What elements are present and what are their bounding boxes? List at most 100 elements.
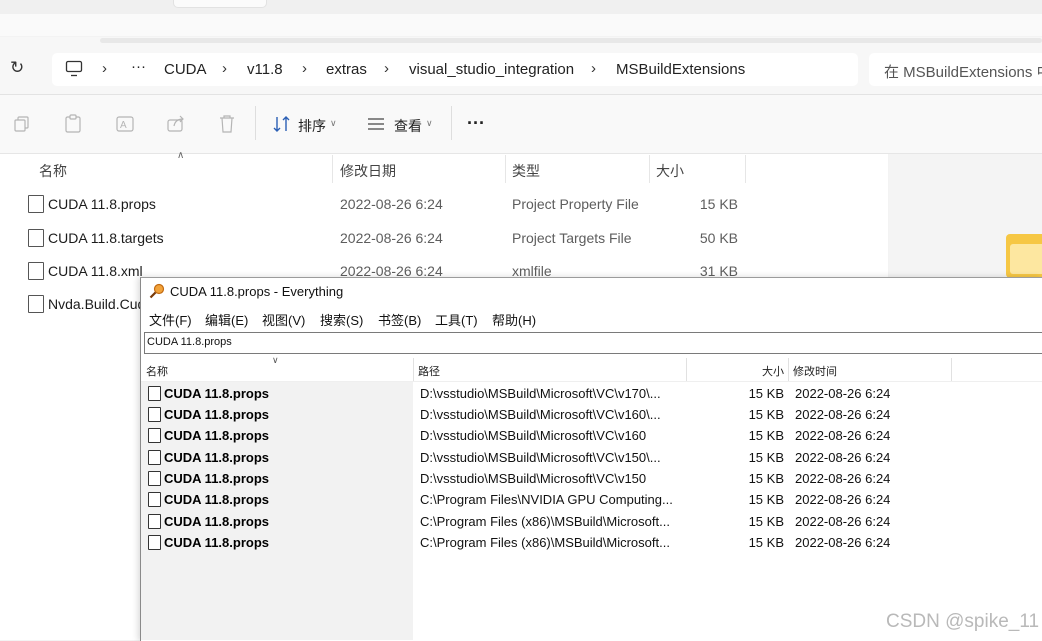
file-icon bbox=[148, 471, 161, 486]
column-header-modified[interactable]: 修改时间 bbox=[793, 363, 837, 379]
chevron-right-icon[interactable]: › bbox=[302, 60, 307, 77]
view-button[interactable]: 查看 bbox=[394, 116, 422, 136]
toolbar-separator bbox=[255, 106, 256, 140]
address-scrollbar[interactable] bbox=[100, 38, 1042, 43]
chevron-right-icon[interactable]: › bbox=[591, 60, 596, 77]
share-icon[interactable] bbox=[166, 114, 186, 134]
breadcrumb-item-v118[interactable]: v11.8 bbox=[247, 61, 283, 78]
sort-ascending-icon: ∧ bbox=[177, 150, 185, 161]
result-path: D:\vsstudio\MSBuild\Microsoft\VC\v160\..… bbox=[420, 407, 661, 422]
column-separator[interactable] bbox=[332, 155, 333, 183]
chevron-right-icon[interactable]: › bbox=[102, 60, 107, 77]
menu-file[interactable]: 文件(F) bbox=[149, 310, 192, 329]
file-name[interactable]: CUDA 11.8.props bbox=[48, 196, 156, 212]
result-name[interactable]: CUDA 11.8.props bbox=[164, 407, 269, 422]
file-icon bbox=[148, 535, 161, 550]
result-path: D:\vsstudio\MSBuild\Microsoft\VC\v150 bbox=[420, 471, 647, 486]
column-header-name[interactable]: 名称 bbox=[146, 363, 168, 379]
result-name[interactable]: CUDA 11.8.props bbox=[164, 386, 269, 401]
file-name[interactable]: CUDA 11.8.xml bbox=[48, 263, 143, 279]
result-name[interactable]: CUDA 11.8.props bbox=[164, 492, 269, 507]
tab-strip bbox=[0, 14, 1042, 36]
result-modified: 2022-08-26 6:24 bbox=[795, 514, 891, 529]
menu-tools[interactable]: 工具(T) bbox=[435, 310, 478, 329]
everything-search-query: CUDA 11.8.props bbox=[147, 336, 232, 348]
column-header-size[interactable]: 大小 bbox=[656, 161, 684, 181]
column-header-date[interactable]: 修改日期 bbox=[340, 161, 396, 181]
breadcrumb-overflow[interactable]: ··· bbox=[131, 58, 146, 75]
chevron-right-icon[interactable]: › bbox=[222, 60, 227, 77]
column-separator[interactable] bbox=[745, 155, 746, 183]
svg-text:A: A bbox=[120, 120, 127, 131]
result-name[interactable]: CUDA 11.8.props bbox=[164, 471, 269, 486]
file-icon bbox=[148, 492, 161, 507]
copy-icon[interactable] bbox=[13, 115, 31, 133]
result-modified: 2022-08-26 6:24 bbox=[795, 492, 891, 507]
result-modified: 2022-08-26 6:24 bbox=[795, 450, 891, 465]
refresh-icon[interactable]: ↻ bbox=[10, 58, 30, 78]
more-options-button[interactable]: ··· bbox=[467, 113, 485, 134]
folder-icon-inner bbox=[1010, 244, 1042, 274]
column-header-path[interactable]: 路径 bbox=[418, 363, 440, 379]
result-name[interactable]: CUDA 11.8.props bbox=[164, 450, 269, 465]
breadcrumb-item-vs-integration[interactable]: visual_studio_integration bbox=[409, 61, 574, 78]
paste-icon[interactable] bbox=[64, 114, 82, 134]
result-path: C:\Program Files (x86)\MSBuild\Microsoft… bbox=[420, 514, 670, 529]
result-path: D:\vsstudio\MSBuild\Microsoft\VC\v170\..… bbox=[420, 386, 661, 401]
sort-button[interactable]: 排序 bbox=[298, 116, 326, 136]
result-size: 15 KB bbox=[748, 492, 784, 507]
delete-icon[interactable] bbox=[218, 114, 236, 134]
result-name[interactable]: CUDA 11.8.props bbox=[164, 428, 269, 443]
column-separator[interactable] bbox=[788, 358, 789, 382]
breadcrumb-item-msbuildextensions[interactable]: MSBuildExtensions bbox=[616, 61, 745, 78]
file-icon bbox=[148, 514, 161, 529]
result-modified: 2022-08-26 6:24 bbox=[795, 428, 891, 443]
result-size: 15 KB bbox=[748, 514, 784, 529]
column-separator[interactable] bbox=[951, 358, 952, 382]
browser-tab[interactable] bbox=[173, 0, 267, 8]
file-icon bbox=[28, 262, 44, 280]
chevron-right-icon[interactable]: › bbox=[384, 60, 389, 77]
magnifier-icon bbox=[149, 283, 165, 299]
chevron-down-icon[interactable]: ∨ bbox=[330, 118, 337, 129]
result-name[interactable]: CUDA 11.8.props bbox=[164, 535, 269, 550]
rename-icon[interactable]: A bbox=[115, 114, 135, 134]
menu-bookmarks[interactable]: 书签(B) bbox=[378, 310, 421, 329]
result-size: 15 KB bbox=[748, 428, 784, 443]
column-header-name[interactable]: 名称 bbox=[39, 161, 67, 181]
view-icon[interactable] bbox=[367, 117, 385, 131]
menu-search[interactable]: 搜索(S) bbox=[320, 310, 363, 329]
result-size: 15 KB bbox=[748, 535, 784, 550]
menu-help[interactable]: 帮助(H) bbox=[492, 310, 536, 329]
search-placeholder: 在 MSBuildExtensions 中 bbox=[884, 64, 1042, 81]
file-icon bbox=[148, 407, 161, 422]
chevron-down-icon[interactable]: ∨ bbox=[426, 118, 433, 129]
column-separator[interactable] bbox=[505, 155, 506, 183]
computer-icon[interactable] bbox=[65, 60, 83, 78]
column-header-size[interactable]: 大小 bbox=[762, 363, 784, 379]
file-name[interactable]: Nvda.Build.Cud bbox=[48, 296, 145, 312]
breadcrumb-item-extras[interactable]: extras bbox=[326, 61, 367, 78]
file-name[interactable]: CUDA 11.8.targets bbox=[48, 230, 164, 246]
file-size: 50 KB bbox=[699, 230, 738, 246]
result-modified: 2022-08-26 6:24 bbox=[795, 407, 891, 422]
column-separator[interactable] bbox=[649, 155, 650, 183]
result-size: 15 KB bbox=[748, 386, 784, 401]
file-icon bbox=[28, 195, 44, 213]
sort-icon[interactable] bbox=[272, 115, 292, 133]
menu-view[interactable]: 视图(V) bbox=[262, 310, 305, 329]
column-header-type[interactable]: 类型 bbox=[512, 161, 540, 181]
menu-edit[interactable]: 编辑(E) bbox=[205, 310, 248, 329]
result-modified: 2022-08-26 6:24 bbox=[795, 471, 891, 486]
result-size: 15 KB bbox=[748, 407, 784, 422]
breadcrumb-item-cuda[interactable]: CUDA bbox=[164, 61, 207, 78]
file-size: 15 KB bbox=[699, 196, 738, 212]
file-date: 2022-08-26 6:24 bbox=[340, 196, 443, 212]
result-name[interactable]: CUDA 11.8.props bbox=[164, 514, 269, 529]
everything-search-input[interactable] bbox=[144, 332, 1042, 354]
toolbar-separator bbox=[451, 106, 452, 140]
column-separator[interactable] bbox=[413, 358, 414, 382]
column-separator[interactable] bbox=[686, 358, 687, 382]
result-path: C:\Program Files (x86)\MSBuild\Microsoft… bbox=[420, 535, 670, 550]
watermark: CSDN @spike_11 bbox=[886, 611, 1040, 632]
